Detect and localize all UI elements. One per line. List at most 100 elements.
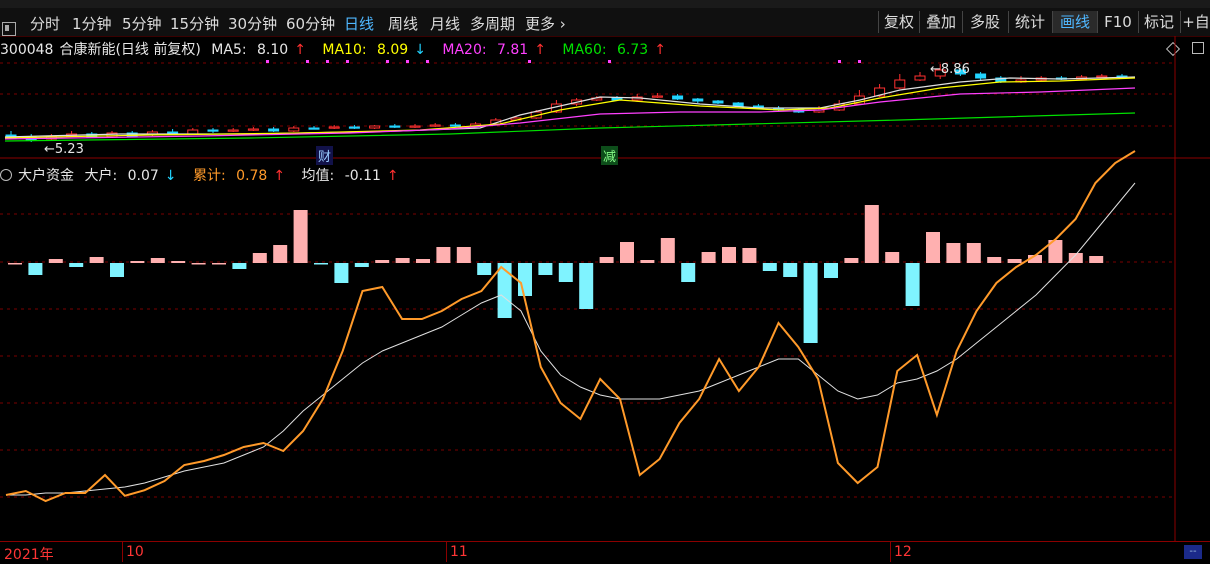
low-price-label: ←5.23: [44, 142, 84, 157]
indicator-bar: [987, 257, 1002, 263]
scroll-end-button[interactable]: --: [1184, 545, 1202, 559]
candle-body: [389, 125, 401, 128]
signal-marker: [306, 60, 309, 63]
indicator-bar: [497, 263, 512, 318]
chart-canvas[interactable]: [0, 0, 1210, 541]
indicator-bar: [28, 263, 43, 275]
event-jian-tag[interactable]: 减: [601, 146, 619, 165]
junzhi-line: [6, 182, 1136, 496]
candle-body: [328, 126, 340, 129]
indicator-bar: [477, 263, 492, 275]
ma20-line: [4, 87, 1136, 140]
candle-body: [429, 124, 441, 127]
date-axis: 2021年 10 11 12 --: [0, 541, 1210, 563]
indicator-bar: [191, 263, 206, 265]
indicator-bar: [1089, 256, 1104, 263]
high-price-label: ←8.86: [930, 62, 970, 77]
indicator-bar: [844, 258, 859, 263]
axis-tick: [890, 542, 891, 562]
signal-marker: [426, 60, 429, 63]
indicator-bar: [620, 242, 634, 263]
indicator-bar: [824, 263, 838, 278]
indicator-bar: [48, 259, 63, 263]
candle-body: [651, 95, 663, 98]
candle-body: [975, 73, 987, 79]
signal-marker: [346, 60, 349, 63]
axis-tick: [122, 542, 123, 562]
candle-body: [308, 127, 320, 130]
signal-marker: [858, 60, 861, 63]
indicator-bar: [640, 260, 655, 263]
indicator-bar: [946, 243, 961, 263]
indicator-bar: [212, 263, 226, 265]
indicator-bar: [864, 205, 879, 263]
indicator-bar: [395, 258, 410, 263]
candle-body: [207, 129, 219, 132]
indicator-bar: [232, 263, 247, 269]
indicator-bar: [558, 263, 573, 282]
candle-body: [1096, 75, 1108, 78]
indicator-bar: [762, 263, 777, 271]
axis-label-nov: 11: [450, 544, 468, 560]
indicator-bar: [742, 248, 757, 263]
candle-body: [672, 95, 684, 100]
indicator-bar: [966, 243, 981, 263]
axis-label-dec: 12: [894, 544, 912, 560]
candle-body: [409, 125, 421, 128]
indicator-bar: [579, 263, 594, 309]
candle-body: [247, 128, 259, 131]
indicator-bar: [130, 261, 145, 263]
indicator-bar: [293, 210, 308, 263]
signal-marker: [528, 60, 531, 63]
indicator-bar: [110, 263, 124, 277]
signal-marker: [386, 60, 389, 63]
indicator-bar: [89, 257, 104, 263]
indicator-bar: [905, 263, 920, 306]
indicator-bar: [926, 232, 940, 263]
signal-marker: [406, 60, 409, 63]
indicator-bar: [1007, 259, 1022, 263]
signal-marker: [266, 60, 269, 63]
indicator-bar: [518, 263, 532, 296]
indicator-bar: [252, 253, 267, 263]
indicator-bar: [8, 263, 22, 265]
indicator-bar: [436, 247, 451, 263]
indicator-bar: [334, 263, 349, 283]
candle-body: [268, 128, 280, 132]
indicator-bar: [416, 259, 430, 263]
event-cai-tag[interactable]: 财: [316, 146, 334, 165]
indicator-bar: [354, 263, 369, 267]
signal-marker: [838, 60, 841, 63]
indicator-bar: [681, 263, 696, 282]
indicator-bar: [150, 258, 165, 263]
signal-marker: [326, 60, 329, 63]
signal-marker: [608, 60, 611, 63]
indicator-bar: [783, 263, 798, 277]
candle-body: [894, 79, 906, 89]
indicator-bar: [538, 263, 553, 275]
axis-label-oct: 10: [126, 544, 144, 560]
candle-body: [914, 75, 926, 81]
indicator-bar: [375, 260, 390, 263]
indicator-bar: [69, 263, 84, 267]
indicator-bar: [314, 263, 328, 265]
candle-body: [732, 102, 744, 107]
candle-body: [692, 98, 704, 102]
indicator-bar: [171, 261, 186, 263]
indicator-bar: [456, 247, 471, 263]
candle-body: [348, 126, 360, 129]
candle-body: [227, 129, 239, 132]
indicator-bar: [701, 252, 716, 263]
indicator-bar: [722, 247, 736, 263]
indicator-bar: [803, 263, 818, 343]
indicator-bar: [599, 257, 614, 263]
axis-tick: [446, 542, 447, 562]
candle-body: [369, 125, 381, 129]
candle-body: [712, 100, 724, 104]
candle-body: [288, 127, 300, 132]
indicator-bar: [273, 245, 288, 263]
indicator-bar: [885, 252, 900, 263]
candle-body: [449, 124, 461, 127]
axis-label-year: 2021年: [4, 547, 54, 563]
leiji-line: [5, 150, 1136, 503]
